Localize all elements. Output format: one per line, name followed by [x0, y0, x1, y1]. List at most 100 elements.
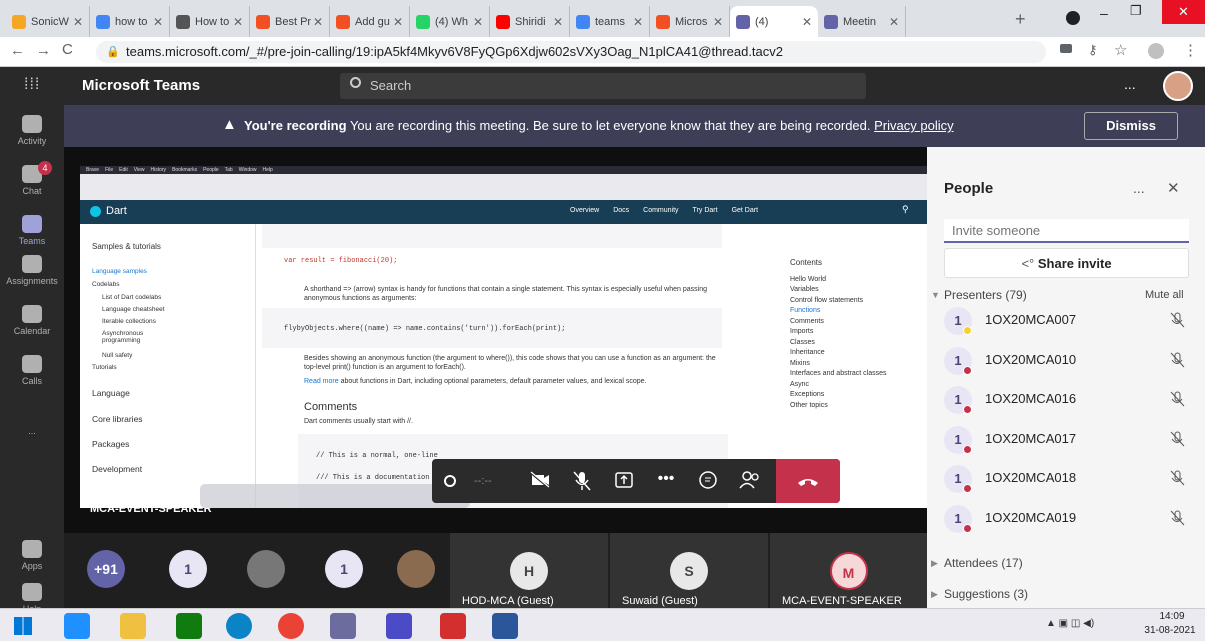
ie-icon[interactable]: [64, 613, 90, 639]
tray-icons[interactable]: ▲ ▣ ◫ ◀): [1046, 618, 1094, 629]
tab-close-icon[interactable]: ✕: [313, 15, 323, 29]
rail-chat[interactable]: Chat 4: [0, 155, 64, 209]
browser-tab[interactable]: How to ✕: [170, 6, 250, 37]
muted-mic-icon[interactable]: [1167, 429, 1187, 449]
search-box[interactable]: Search: [340, 73, 866, 99]
tab-close-icon[interactable]: ✕: [889, 15, 899, 29]
dismiss-button[interactable]: Dismiss: [1084, 112, 1178, 140]
rail-more[interactable]: ...: [0, 395, 64, 449]
chat-button[interactable]: [688, 459, 728, 503]
presenters-chevron-icon[interactable]: ▼: [931, 290, 940, 300]
tab-close-icon[interactable]: ✕: [73, 15, 83, 29]
hang-up-button[interactable]: [776, 459, 840, 503]
tab-close-icon[interactable]: ✕: [713, 15, 723, 29]
muted-mic-icon[interactable]: [1167, 389, 1187, 409]
muted-mic-icon[interactable]: [1167, 350, 1187, 370]
presenter-row[interactable]: 1 1OX20MCA007: [927, 301, 1205, 340]
app-launcher-icon[interactable]: ⁞⁞⁞: [24, 76, 40, 94]
maximize-icon[interactable]: ❐: [1130, 3, 1142, 19]
user-avatar[interactable]: [1163, 71, 1193, 101]
back-icon[interactable]: ←: [10, 42, 25, 59]
app-icon-1[interactable]: [330, 613, 356, 639]
attendees-header[interactable]: Attendees (17): [944, 556, 1023, 570]
reload-icon[interactable]: C: [62, 41, 73, 58]
browser-tab[interactable]: Add gu ✕: [330, 6, 410, 37]
file-explorer-icon[interactable]: [120, 613, 146, 639]
participant-tile[interactable]: [228, 533, 304, 608]
muted-mic-icon[interactable]: [1167, 468, 1187, 488]
presenter-row[interactable]: 1 1OX20MCA017: [927, 420, 1205, 459]
forward-icon[interactable]: →: [36, 42, 51, 59]
tab-close-icon[interactable]: ✕: [233, 15, 243, 29]
attendees-chevron-icon[interactable]: ▶: [931, 558, 938, 569]
browser-menu-icon[interactable]: ⋮: [1183, 41, 1198, 59]
muted-mic-icon[interactable]: [1167, 508, 1187, 528]
minimize-icon[interactable]: –: [1100, 5, 1108, 21]
mute-all-button[interactable]: Mute all: [1145, 289, 1184, 301]
close-panel-icon[interactable]: ✕: [1167, 179, 1180, 197]
close-window-icon[interactable]: ✕: [1162, 0, 1205, 24]
participant-tile[interactable]: S Suwaid (Guest): [610, 533, 768, 608]
rail-bell[interactable]: Activity: [0, 105, 64, 159]
share-invite-button[interactable]: <° Share invite: [944, 248, 1189, 278]
apps-icon: [22, 540, 42, 558]
tab-close-icon[interactable]: ✕: [473, 15, 483, 29]
suggestions-header[interactable]: Suggestions (3): [944, 587, 1028, 601]
people-more-icon[interactable]: ...: [1133, 180, 1145, 196]
mic-off-button[interactable]: [562, 459, 602, 503]
store-icon[interactable]: [176, 613, 202, 639]
muted-mic-icon[interactable]: [1167, 310, 1187, 330]
browser-tab[interactable]: Best Pr ✕: [250, 6, 330, 37]
presenter-row[interactable]: 1 1OX20MCA019: [927, 499, 1205, 538]
presenter-row[interactable]: 1 1OX20MCA010: [927, 341, 1205, 380]
chrome-icon[interactable]: [278, 613, 304, 639]
share-screen-button[interactable]: [604, 459, 644, 503]
new-tab-button[interactable]: +: [1015, 9, 1026, 30]
url-field[interactable]: 🔒 teams.microsoft.com/_#/pre-join-callin…: [96, 41, 1046, 63]
participant-tile[interactable]: 1: [306, 533, 382, 608]
profile-icon[interactable]: [1066, 11, 1080, 25]
settings-icon[interactable]: [386, 613, 412, 639]
browser-tab[interactable]: Micros ✕: [650, 6, 730, 37]
dart-left-nav: Samples & tutorials Language samples Codel…: [80, 224, 256, 508]
browser-tab[interactable]: Meetin ✕: [818, 6, 906, 37]
tab-close-icon[interactable]: ✕: [153, 15, 163, 29]
rail-phone[interactable]: Calls: [0, 345, 64, 399]
word-icon[interactable]: [492, 613, 518, 639]
presenter-row[interactable]: 1 1OX20MCA018: [927, 459, 1205, 498]
privacy-policy-link[interactable]: Privacy policy: [874, 118, 953, 133]
camera-off-button[interactable]: [520, 459, 560, 503]
invite-input[interactable]: [944, 219, 1189, 243]
tab-close-icon[interactable]: ✕: [802, 15, 812, 29]
rail-assignments[interactable]: Assignments: [0, 245, 64, 299]
star-icon[interactable]: ☆: [1114, 41, 1127, 59]
browser-tab[interactable]: SonicW ✕: [6, 6, 90, 37]
rail-calendar[interactable]: Calendar: [0, 295, 64, 349]
more-actions-button[interactable]: •••: [646, 459, 686, 503]
browser-tab[interactable]: (4) Wh ✕: [410, 6, 490, 37]
browser-tab[interactable]: (4) ✕: [730, 6, 818, 37]
participant-tile[interactable]: H HOD-MCA (Guest): [450, 533, 608, 608]
account-icon[interactable]: [1148, 43, 1164, 59]
tab-close-icon[interactable]: ✕: [553, 15, 563, 29]
presenters-header[interactable]: Presenters (79): [944, 288, 1027, 302]
tab-close-icon[interactable]: ✕: [393, 15, 403, 29]
suggestions-chevron-icon[interactable]: ▶: [931, 589, 938, 600]
acrobat-icon[interactable]: [440, 613, 466, 639]
edge-icon[interactable]: [226, 613, 252, 639]
start-icon[interactable]: [14, 617, 32, 635]
presenter-row[interactable]: 1 1OX20MCA016: [927, 380, 1205, 419]
key-icon[interactable]: ⚷: [1088, 42, 1098, 58]
participant-tile[interactable]: 1: [150, 533, 226, 608]
tab-close-icon[interactable]: ✕: [633, 15, 643, 29]
browser-tab[interactable]: how to ✕: [90, 6, 170, 37]
browser-tab[interactable]: teams ✕: [570, 6, 650, 37]
browser-tab[interactable]: Shiridi ✕: [490, 6, 570, 37]
participant-tile[interactable]: [384, 533, 448, 608]
header-more-icon[interactable]: ...: [1124, 76, 1136, 92]
participant-strip: +91 1 1 H HOD-MCA (Guest) S Suwaid (Guest) M MCA…: [64, 533, 927, 608]
camera-icon[interactable]: [1060, 44, 1072, 53]
participants-button[interactable]: [730, 459, 770, 503]
participant-tile[interactable]: M MCA-EVENT-SPEAKER: [770, 533, 927, 608]
participant-tile[interactable]: +91: [64, 533, 148, 608]
